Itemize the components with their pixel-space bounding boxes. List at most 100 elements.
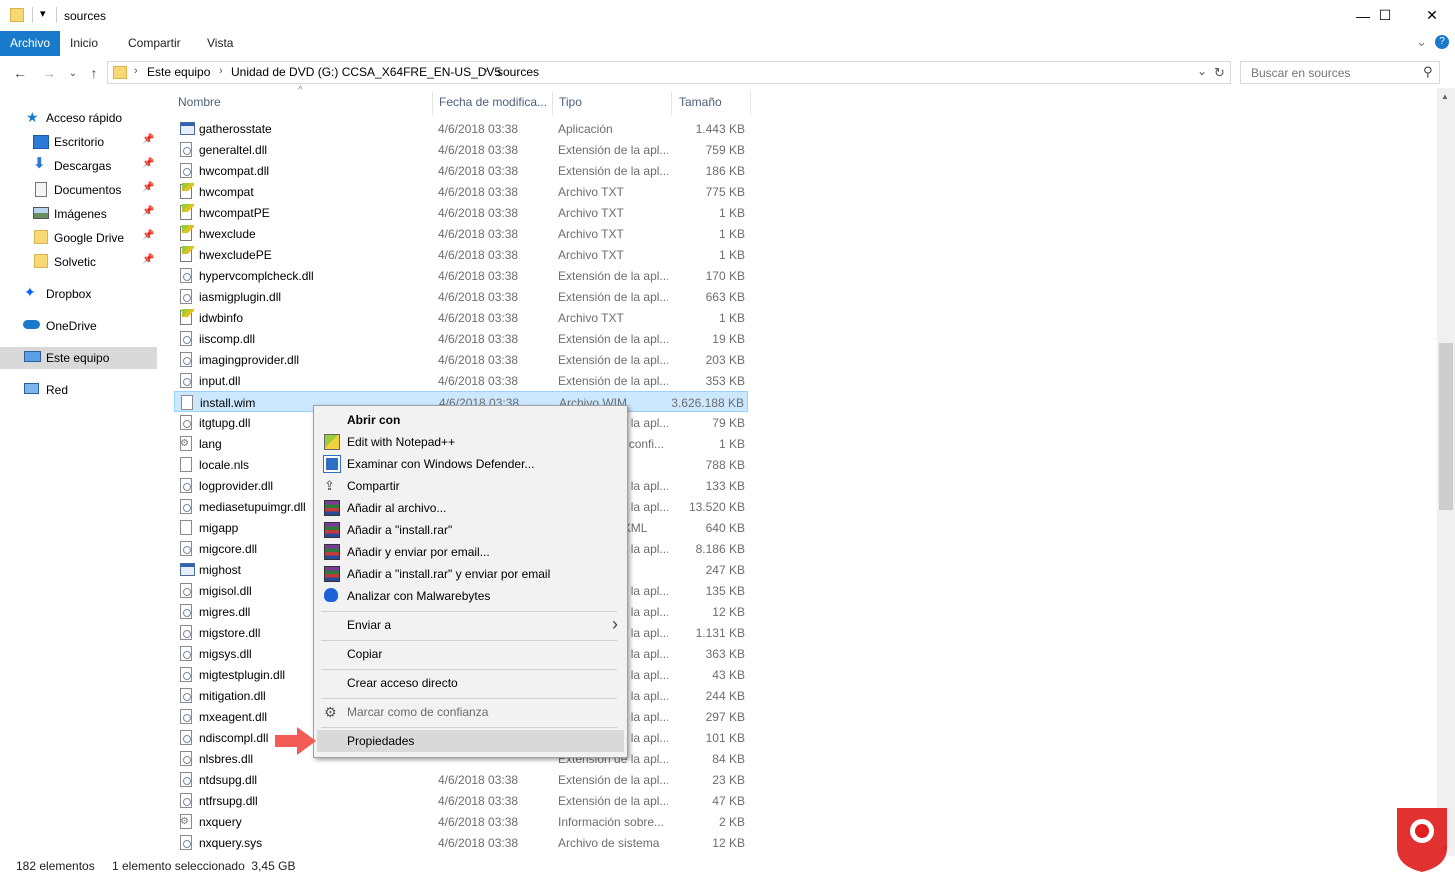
back-button[interactable]: ← (11, 64, 29, 82)
column-divider[interactable] (750, 91, 751, 115)
menu-item-copiar[interactable]: Copiar (317, 643, 624, 665)
file-name: migapp (199, 521, 239, 535)
column-divider[interactable] (432, 91, 433, 115)
search-input[interactable] (1249, 63, 1419, 83)
file-row[interactable]: hwexclude 4/6/2018 03:38 Archivo TXT 1 KB (174, 223, 748, 244)
file-name: migcore.dll (199, 542, 258, 556)
nav-imagenes[interactable]: Imágenes 📌 (0, 203, 157, 225)
tab-compartir[interactable]: Compartir (118, 31, 191, 56)
menu-item-anadir-y-enviar-por-email[interactable]: Añadir y enviar por email... (317, 541, 624, 563)
dll-file-icon (180, 415, 192, 430)
winrar-icon (324, 544, 340, 560)
file-row[interactable]: nxquery.sys 4/6/2018 03:38 Archivo de sist… (174, 832, 748, 853)
file-row[interactable]: ntdsupg.dll 4/6/2018 03:38 Extensión de la… (174, 769, 748, 790)
scroll-up-icon[interactable]: ▲ (1441, 92, 1449, 101)
file-row[interactable]: ntfrsupg.dll 4/6/2018 03:38 Extensión de l… (174, 790, 748, 811)
file-row[interactable]: input.dll 4/6/2018 03:38 Extensión de la a… (174, 370, 748, 391)
column-size[interactable]: Tamaño (679, 95, 722, 113)
file-row[interactable]: idwbinfo 4/6/2018 03:38 Archivo TXT 1 KB (174, 307, 748, 328)
maximize-button[interactable]: ☐ (1362, 0, 1408, 31)
scrollbar-thumb[interactable] (1439, 343, 1453, 510)
file-row[interactable]: generaltel.dll 4/6/2018 03:38 Extensión de… (174, 139, 748, 160)
file-row[interactable]: iiscomp.dll 4/6/2018 03:38 Extensión de la… (174, 328, 748, 349)
file-type: Extensión de la apl... (558, 773, 668, 787)
menu-item-crear-acceso-directo[interactable]: Crear acceso directo (317, 672, 624, 694)
menu-item-anadir-a-install-rar-y-enviar-por-email[interactable]: Añadir a "install.rar" y enviar por emai… (317, 563, 624, 585)
nav-escritorio[interactable]: Escritorio 📌 (0, 131, 157, 153)
dll-file-icon (180, 583, 192, 598)
menu-item-abrir-con[interactable]: Abrir con (317, 409, 624, 431)
nav-documentos[interactable]: Documentos 📌 (0, 179, 157, 201)
menu-item-enviar-a[interactable]: Enviar a › (317, 614, 624, 636)
file-row[interactable]: imagingprovider.dll 4/6/2018 03:38 Extensi… (174, 349, 748, 370)
column-divider[interactable] (552, 91, 553, 115)
menu-item-edit-with-notepad[interactable]: Edit with Notepad++ (317, 431, 624, 453)
column-divider[interactable] (671, 91, 672, 115)
file-name: nxquery.sys (199, 836, 263, 850)
menu-item-analizar-con-malwarebytes[interactable]: Analizar con Malwarebytes (317, 585, 624, 607)
close-button[interactable]: ✕ (1409, 0, 1455, 31)
file-name: nlsbres.dll (199, 752, 254, 766)
file-size: 353 KB (705, 374, 745, 388)
nav-quick-access[interactable]: ★ Acceso rápido (0, 107, 157, 129)
column-name[interactable]: Nombre (178, 95, 221, 113)
breadcrumb-sources[interactable]: sources (497, 65, 539, 79)
menu-item-examinar-con-windows-defender[interactable]: Examinar con Windows Defender... (317, 453, 624, 475)
nav-google-drive[interactable]: Google Drive 📌 (0, 227, 157, 249)
column-type[interactable]: Tipo (559, 95, 582, 113)
file-row[interactable]: hwcompat 4/6/2018 03:38 Archivo TXT 775 KB (174, 181, 748, 202)
file-row[interactable]: iasmigplugin.dll 4/6/2018 03:38 Extensión … (174, 286, 748, 307)
nav-label: Imágenes (54, 207, 107, 221)
file-row[interactable]: hwexcludePE 4/6/2018 03:38 Archivo TXT 1 KB (174, 244, 748, 265)
nav-solvetic[interactable]: Solvetic 📌 (0, 251, 157, 273)
nav-dropbox[interactable]: ✦ Dropbox (0, 283, 157, 305)
file-size: 247 KB (705, 563, 745, 577)
nav-onedrive[interactable]: OneDrive (0, 315, 157, 337)
menu-item-marcar-como-de-confianza[interactable]: ⚙ Marcar como de confianza (317, 701, 624, 723)
file-row[interactable]: hypervcomplcheck.dll 4/6/2018 03:38 Extens… (174, 265, 748, 286)
menu-item-compartir[interactable]: ⇪ Compartir (317, 475, 624, 497)
breadcrumb-dvd-drive[interactable]: Unidad de DVD (G:) CCSA_X64FRE_EN-US_DV5 (231, 65, 501, 79)
search-box[interactable]: ⚲ (1240, 61, 1440, 84)
nav-red[interactable]: Red (0, 379, 157, 401)
menu-item-anadir-a-install-rar[interactable]: Añadir a "install.rar" (317, 519, 624, 541)
quick-access-dropdown[interactable]: ▾ (40, 7, 46, 20)
menu-item-propiedades[interactable]: Propiedades (317, 730, 624, 752)
folder-icon (34, 230, 48, 244)
file-size: 1 KB (718, 248, 745, 262)
network-icon (24, 383, 39, 394)
menu-item-label: Analizar con Malwarebytes (347, 589, 491, 603)
forward-button[interactable]: → (40, 64, 58, 82)
help-icon[interactable]: ? (1435, 35, 1449, 49)
tab-inicio[interactable]: Inicio (60, 31, 108, 56)
tab-vista[interactable]: Vista (197, 31, 243, 56)
address-bar[interactable]: › Este equipo › Unidad de DVD (G:) CCSA_… (107, 61, 1231, 84)
menu-item-label: Compartir (347, 479, 400, 493)
up-button[interactable]: ↑ (85, 64, 103, 82)
refresh-icon[interactable]: ↻ (1214, 65, 1225, 81)
text-file-icon (180, 225, 194, 241)
dll-file-icon (180, 499, 192, 514)
file-name: ntdsupg.dll (199, 773, 258, 787)
breadcrumb-este-equipo[interactable]: Este equipo (147, 65, 210, 79)
file-size: 12 KB (712, 836, 745, 850)
document-icon (35, 182, 47, 197)
tab-archivo[interactable]: Archivo (0, 31, 61, 56)
nav-descargas[interactable]: ⬇ Descargas 📌 (0, 155, 157, 177)
dll-file-icon (180, 163, 192, 178)
file-name: itgtupg.dll (199, 416, 251, 430)
recent-locations-button[interactable]: ⌄ (64, 64, 82, 82)
file-row[interactable]: gatherosstate 4/6/2018 03:38 Aplicación 1.4… (174, 118, 748, 139)
file-name: mxeagent.dll (199, 710, 268, 724)
search-icon[interactable]: ⚲ (1423, 64, 1433, 80)
file-row[interactable]: nxquery 4/6/2018 03:38 Información sobre..… (174, 811, 748, 832)
title-bar: ▾ sources — ☐ ✕ (0, 0, 1455, 31)
column-date[interactable]: Fecha de modifica... (439, 95, 547, 113)
file-row[interactable]: hwcompat.dll 4/6/2018 03:38 Extensión de l… (174, 160, 748, 181)
file-row[interactable]: hwcompatPE 4/6/2018 03:38 Archivo TXT 1 KB (174, 202, 748, 223)
pin-icon: 📌 (142, 230, 155, 241)
address-dropdown-icon[interactable]: ⌄ (1197, 64, 1207, 78)
ribbon-expand-icon[interactable]: ⌄ (1416, 34, 1427, 50)
nav-este-equipo[interactable]: Este equipo (0, 347, 157, 369)
menu-item-anadir-al-archivo[interactable]: Añadir al archivo... (317, 497, 624, 519)
